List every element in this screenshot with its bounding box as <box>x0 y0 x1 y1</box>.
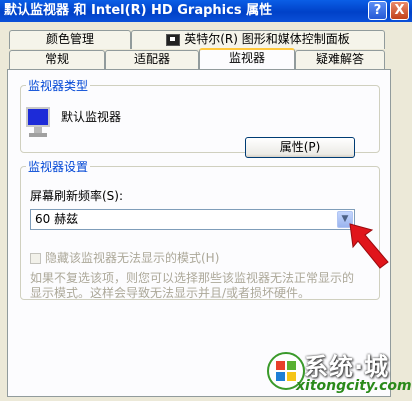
close-button[interactable]: X <box>390 1 409 20</box>
hide-modes-option[interactable]: 隐藏该监视器无法显示的模式(H) <box>30 249 219 266</box>
monitor-name: 默认监视器 <box>61 110 122 124</box>
tab-intel-graphics[interactable]: 英特尔(R) 图形和媒体控制面板 <box>131 30 385 49</box>
tab-color-management[interactable]: 颜色管理 <box>9 30 131 49</box>
monitor-settings-legend: 监视器设置 <box>28 160 89 174</box>
tab-monitor[interactable]: 监视器 <box>199 48 295 69</box>
monitor-type-legend: 监视器类型 <box>28 79 89 93</box>
monitor-properties-button[interactable]: 属性(P) <box>245 137 355 158</box>
tab-label: 适配器 <box>133 52 170 66</box>
tab-adapter[interactable]: 适配器 <box>105 50 199 69</box>
help-icon: ? <box>373 3 382 18</box>
refresh-rate-label: 屏幕刷新频率(S): <box>30 189 124 203</box>
help-button[interactable]: ? <box>368 1 387 20</box>
tab-troubleshoot[interactable]: 疑难解答 <box>295 50 385 69</box>
monitor-type-group: 监视器类型 默认监视器 属性(P) <box>20 77 380 158</box>
monitor-icon <box>26 107 52 141</box>
close-icon: X <box>394 3 405 18</box>
display-icon <box>166 33 181 46</box>
watermark-url: xitongcity.com <box>296 378 412 394</box>
hide-modes-description: 如果不复选该项，则您可以选择那些该监视器无法正常显示的显示模式。这样会导致无法显… <box>30 271 355 300</box>
tab-label: 疑难解答 <box>315 52 364 66</box>
tab-label: 监视器 <box>228 51 265 65</box>
hide-modes-checkbox[interactable] <box>30 253 41 264</box>
annotation-arrow-icon <box>349 223 389 269</box>
tab-label: 英特尔(R) 图形和媒体控制面板 <box>184 32 350 46</box>
refresh-rate-select[interactable]: 60 赫兹 ▼ <box>30 209 355 230</box>
tab-general[interactable]: 常规 <box>9 50 105 69</box>
hide-modes-label: 隐藏该监视器无法显示的模式(H) <box>45 251 220 265</box>
properties-dialog: 默认监视器 和 Intel(R) HD Graphics 属性 ? X 颜色管理… <box>0 0 412 401</box>
watermark: 系统·城 xitongcity.com <box>256 345 412 397</box>
tab-label: 常规 <box>44 52 69 66</box>
monitor-settings-group: 监视器设置 屏幕刷新频率(S): 60 赫兹 ▼ 隐藏该监视器无法显示的模式(H… <box>20 158 380 300</box>
tab-label: 颜色管理 <box>45 32 94 46</box>
refresh-rate-value: 60 赫兹 <box>35 212 79 226</box>
window-title: 默认监视器 和 Intel(R) HD Graphics 属性 <box>4 3 273 18</box>
watermark-title: 系统·城 <box>304 353 390 381</box>
title-bar: 默认监视器 和 Intel(R) HD Graphics 属性 ? X <box>0 0 412 22</box>
